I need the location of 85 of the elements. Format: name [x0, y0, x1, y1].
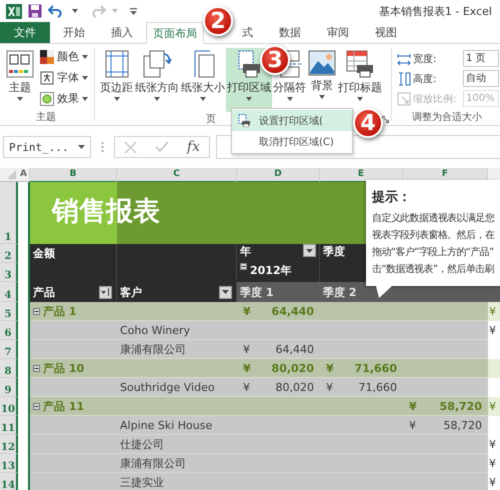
row-header[interactable]: 4 [0, 282, 18, 302]
amount: 80,020 [272, 362, 314, 374]
amount: 71,660 [358, 380, 397, 394]
tooltip-title: 提示： [372, 189, 412, 206]
cell-text: Coho Winery [120, 324, 190, 336]
menu-item[interactable]: 设置打印区域( [232, 110, 352, 131]
amount: 64,440 [272, 304, 314, 318]
field-label: 宽度: [413, 52, 436, 66]
amount: 58,720 [444, 418, 482, 432]
amount: 64,440 [276, 342, 314, 356]
row-header[interactable]: 7 [0, 340, 18, 359]
cell-text: 2012年 [250, 263, 292, 278]
cell-text: 三捷实业 [120, 474, 164, 490]
column-header[interactable]: D [237, 168, 320, 183]
ribbon-tab[interactable]: 页面布局 [146, 22, 204, 44]
scale-field[interactable]: 自动 [463, 70, 499, 87]
group-label: 调整为合适大小 [411, 110, 483, 125]
row-header[interactable]: 12 [0, 435, 18, 454]
currency-sign: ¥ [489, 438, 496, 451]
cell-text: 金额 [33, 246, 55, 261]
theme-option-button[interactable]: 效果 [40, 90, 88, 107]
row-header[interactable]: 13 [0, 454, 18, 473]
tooltip-text: 拖动“客户”字段上方的“产品” [372, 246, 495, 260]
row-header[interactable]: 8 [0, 359, 18, 378]
row-header[interactable]: 10 [0, 397, 18, 416]
row-header[interactable]: 11 [0, 416, 18, 435]
cell-text: 产品 [33, 284, 55, 300]
cell-text: 康浦有限公司 [120, 456, 186, 470]
sheet-title: 销售报表 [52, 195, 160, 229]
theme-option-button[interactable]: 字体 [40, 69, 88, 86]
currency-sign: ¥ [326, 362, 334, 374]
insert-function-button[interactable]: fx [186, 139, 200, 155]
cell-text: 产品 11 [43, 398, 84, 414]
menu-item[interactable]: 取消打印区域(C) [232, 131, 352, 152]
currency-sign: ¥ [489, 324, 496, 337]
cell-text: 季度 [323, 244, 345, 259]
cell-text: 仕捷公司 [120, 436, 164, 452]
theme-option-button[interactable]: 颜色 [40, 48, 88, 65]
name-box[interactable]: Print_... [3, 136, 91, 158]
row-header[interactable]: 9 [0, 378, 18, 397]
ribbon-button[interactable]: 纸张方向 [134, 48, 180, 112]
amount: 71,660 [354, 362, 397, 374]
group-label: 主题 [35, 110, 57, 125]
tooltip-text: 击“数据透视表”，然后单击刷 [372, 262, 495, 277]
row-header[interactable]: 14 [0, 473, 18, 490]
tooltip-text: 自定义此数据透视表以满足您 [372, 212, 496, 226]
amount: 58,720 [440, 400, 482, 412]
row-header[interactable]: 3 [0, 263, 18, 282]
cell-text: 季度 2 [323, 284, 356, 300]
currency-sign: ¥ [243, 380, 250, 394]
themes-button[interactable]: 主题 [0, 48, 40, 103]
row-header[interactable]: 5 [0, 302, 18, 321]
currency-sign: ¥ [243, 362, 251, 374]
currency-sign: ¥ [409, 400, 417, 412]
currency-sign: ¥ [489, 400, 496, 413]
column-header[interactable]: C [117, 168, 237, 183]
row-header[interactable]: 2 [0, 244, 18, 263]
cell-text: 康浦有限公司 [120, 342, 186, 356]
cell-text: Alpine Ski House [120, 418, 212, 432]
ribbon-tab[interactable]: 文件 [0, 22, 50, 43]
row-header[interactable]: 6 [0, 321, 18, 340]
currency-sign: ¥ [243, 342, 250, 356]
currency-sign: ¥ [489, 305, 496, 318]
cell-text: Southridge Video [120, 380, 215, 394]
currency-sign: ¥ [243, 304, 251, 318]
field-label: 缩放比例: [413, 92, 456, 106]
ribbon-button[interactable]: 页边距 [99, 48, 134, 112]
field-label: 高度: [413, 72, 436, 86]
currency-sign: ¥ [409, 418, 416, 432]
currency-sign: ¥ [489, 476, 496, 489]
cell-text: 产品 10 [43, 360, 84, 376]
ribbon-button[interactable]: 纸张大小 [180, 48, 226, 112]
cell-text: 季度 1 [240, 284, 274, 300]
scale-field[interactable]: 1 页 [463, 50, 499, 67]
group-label: 页 [206, 113, 216, 126]
cell-text: 年 [240, 244, 251, 259]
cell-text: 产品 1 [43, 304, 76, 318]
cell-text: 客户 [120, 284, 142, 300]
column-header[interactable]: B [30, 168, 117, 183]
row-header[interactable]: 1 [0, 182, 18, 244]
currency-sign: ¥ [489, 457, 496, 470]
currency-sign: ¥ [326, 380, 333, 394]
amount: 80,020 [276, 380, 314, 394]
tooltip-text: 视表字段列表窗格。然后，在 [372, 228, 496, 243]
window-title: 基本销售报表1 - Excel [378, 4, 492, 18]
